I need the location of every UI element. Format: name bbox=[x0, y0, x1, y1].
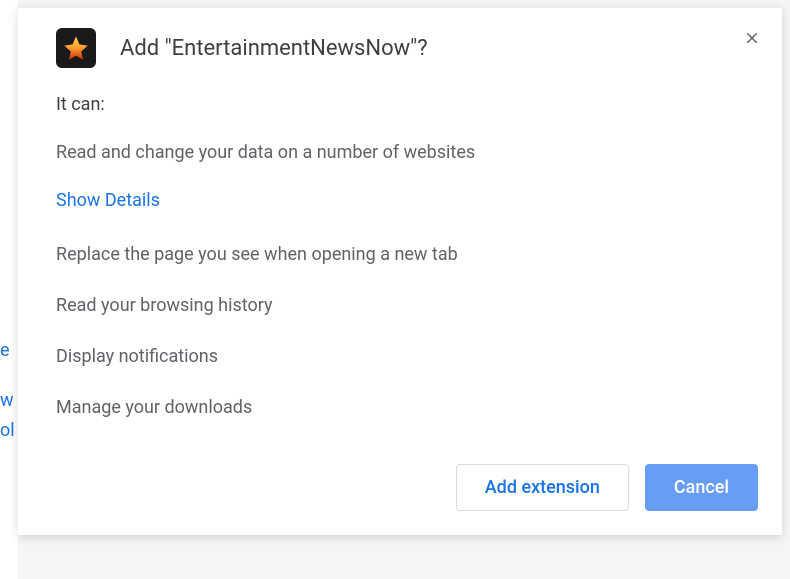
cancel-button[interactable]: Cancel bbox=[645, 464, 758, 511]
close-button[interactable] bbox=[740, 26, 764, 50]
permissions-scroll[interactable]: It can: Read and change your data on a n… bbox=[56, 84, 744, 424]
dialog-header: Add "EntertainmentNewsNow"? bbox=[18, 8, 782, 84]
close-icon bbox=[743, 29, 761, 47]
extension-icon bbox=[56, 28, 96, 68]
permission-item: Manage your downloads bbox=[56, 394, 724, 421]
permission-item: Read and change your data on a number of… bbox=[56, 139, 724, 166]
dialog-body: It can: Read and change your data on a n… bbox=[18, 84, 782, 444]
permission-item: Replace the page you see when opening a … bbox=[56, 241, 724, 268]
permission-item: Read your browsing history bbox=[56, 292, 724, 319]
background-edge: e w ol bbox=[0, 0, 18, 579]
dialog-footer: Add extension Cancel bbox=[18, 444, 782, 535]
permission-item: Display notifications bbox=[56, 343, 724, 370]
show-details-link[interactable]: Show Details bbox=[56, 190, 724, 211]
dialog-title: Add "EntertainmentNewsNow"? bbox=[120, 36, 758, 61]
star-icon bbox=[62, 34, 90, 62]
add-extension-button[interactable]: Add extension bbox=[456, 464, 629, 511]
it-can-label: It can: bbox=[56, 94, 724, 115]
extension-install-dialog: Add "EntertainmentNewsNow"? It can: Read… bbox=[18, 8, 782, 535]
